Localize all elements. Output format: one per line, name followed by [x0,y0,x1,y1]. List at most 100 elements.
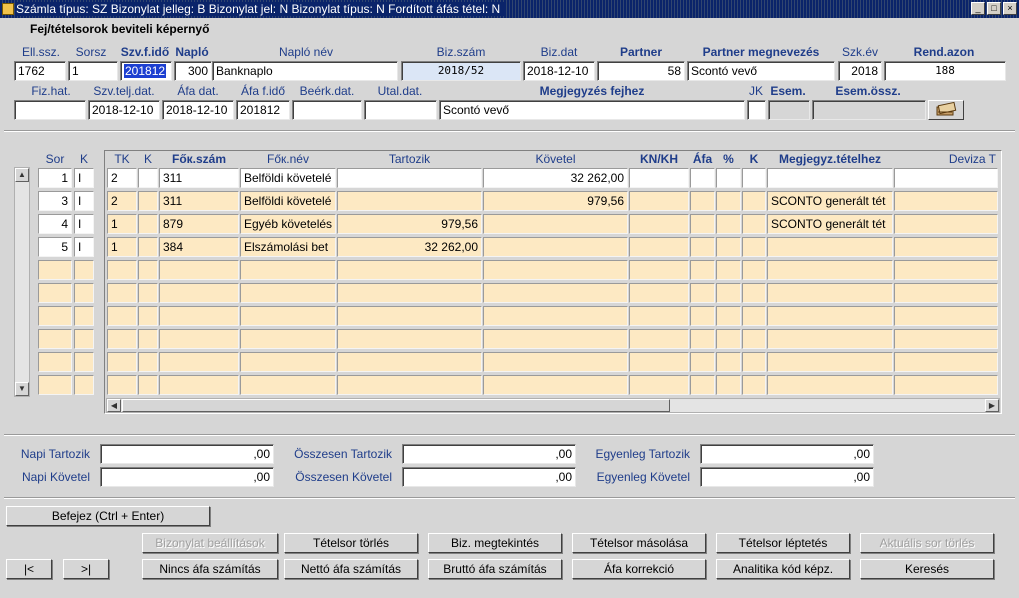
cell-tartozik[interactable] [337,191,482,211]
horizontal-scrollbar[interactable]: ◀ ▶ [106,398,1000,413]
szv-telj-dat-field[interactable]: 2018-12-10 [88,100,160,120]
cell-k[interactable] [138,260,158,280]
cell-k[interactable] [138,191,158,211]
afa-dat-field[interactable]: 2018-12-10 [162,100,234,120]
naplo-field[interactable]: 300 [174,61,212,81]
cell-fok-nev[interactable]: Elszámolási bet [240,237,336,257]
cell-k2[interactable] [742,375,766,395]
cell-tartozik[interactable] [337,375,482,395]
cell-tartozik[interactable] [337,168,482,188]
cell-sor[interactable]: 5 [38,237,72,257]
cell-tk[interactable]: 2 [107,191,137,211]
cell-k[interactable] [138,329,158,349]
cell-sor[interactable] [38,306,72,326]
tetelsor-masolasa-button[interactable]: Tételsor másolása [572,533,706,553]
cell-k-left[interactable]: I [74,214,94,234]
cell-sor[interactable] [38,283,72,303]
books-button[interactable] [928,100,964,120]
cell-pct[interactable] [716,329,741,349]
cell-kovetel[interactable]: 32 262,00 [483,168,628,188]
cell-sor[interactable] [38,260,72,280]
naplo-nev-field[interactable]: Banknaplo [212,61,398,81]
cell-afa[interactable] [690,237,715,257]
cell-tartozik[interactable]: 979,56 [337,214,482,234]
cell-pct[interactable] [716,283,741,303]
scroll-thumb[interactable] [122,399,670,412]
cell-afa[interactable] [690,375,715,395]
cell-fok-szam[interactable] [159,375,239,395]
cell-tk[interactable] [107,375,137,395]
cell-fok-szam[interactable]: 384 [159,237,239,257]
cell-megjegyz[interactable] [767,329,893,349]
cell-deviza[interactable] [894,260,998,280]
cell-k-left[interactable] [74,352,94,372]
megjegyzes-fejhez-field[interactable]: Scontó vevő [439,100,745,120]
cell-kn-kh[interactable] [629,283,689,303]
cell-afa[interactable] [690,352,715,372]
ell-ssz-field[interactable]: 1762 [14,61,66,81]
cell-sor[interactable] [38,329,72,349]
cell-fok-nev[interactable] [240,306,336,326]
tetelsor-torles-button[interactable]: Tételsor törlés [284,533,418,553]
cell-tk[interactable] [107,306,137,326]
cell-tk[interactable] [107,260,137,280]
cell-tartozik[interactable] [337,260,482,280]
cell-k-left[interactable] [74,283,94,303]
cell-k2[interactable] [742,191,766,211]
cell-deviza[interactable] [894,352,998,372]
scroll-left-icon[interactable]: ◀ [107,399,121,412]
cell-afa[interactable] [690,191,715,211]
cell-afa[interactable] [690,306,715,326]
cell-deviza[interactable] [894,191,998,211]
netto-afa-button[interactable]: Nettó áfa számítás [284,559,418,579]
cell-kovetel[interactable] [483,237,628,257]
cell-fok-nev[interactable]: Egyéb követelés [240,214,336,234]
beerk-dat-field[interactable] [292,100,362,120]
cell-afa[interactable] [690,168,715,188]
cell-k-left[interactable] [74,375,94,395]
tetelsor-leptetes-button[interactable]: Tételsor léptetés [716,533,850,553]
cell-deviza[interactable] [894,283,998,303]
cell-kovetel[interactable] [483,352,628,372]
jk-field[interactable] [747,100,766,120]
utal-dat-field[interactable] [364,100,437,120]
cell-kn-kh[interactable] [629,306,689,326]
cell-k-left[interactable] [74,306,94,326]
cell-tartozik[interactable] [337,283,482,303]
cell-kn-kh[interactable] [629,168,689,188]
cell-kn-kh[interactable] [629,214,689,234]
scroll-down-icon[interactable]: ▼ [15,382,29,396]
scroll-right-icon[interactable]: ▶ [985,399,999,412]
cell-tk[interactable]: 2 [107,168,137,188]
cell-sor[interactable]: 1 [38,168,72,188]
cell-kovetel[interactable]: 979,56 [483,191,628,211]
sorsz-field[interactable]: 1 [68,61,118,81]
cell-megjegyz[interactable] [767,168,893,188]
cell-k2[interactable] [742,329,766,349]
cell-megjegyz[interactable] [767,283,893,303]
cell-megjegyz[interactable]: SCONTO generált tét [767,191,893,211]
cell-tk[interactable] [107,352,137,372]
cell-deviza[interactable] [894,168,998,188]
first-record-button[interactable]: |< [6,559,52,579]
cell-sor[interactable]: 3 [38,191,72,211]
cell-fok-szam[interactable] [159,352,239,372]
scroll-up-icon[interactable]: ▲ [15,168,29,182]
cell-fok-nev[interactable] [240,329,336,349]
cell-k[interactable] [138,283,158,303]
partner-megnevezes-field[interactable]: Scontó vevő [687,61,835,81]
cell-pct[interactable] [716,214,741,234]
cell-k[interactable] [138,168,158,188]
cell-tartozik[interactable] [337,329,482,349]
cell-fok-szam[interactable] [159,329,239,349]
biz-megtekintes-button[interactable]: Biz. megtekintés [428,533,562,553]
cell-tk[interactable] [107,283,137,303]
nincs-afa-button[interactable]: Nincs áfa számítás [142,559,278,579]
cell-megjegyz[interactable] [767,260,893,280]
cell-fok-nev[interactable] [240,375,336,395]
cell-deviza[interactable] [894,306,998,326]
cell-k2[interactable] [742,214,766,234]
cell-deviza[interactable] [894,237,998,257]
cell-pct[interactable] [716,168,741,188]
cell-kovetel[interactable] [483,375,628,395]
